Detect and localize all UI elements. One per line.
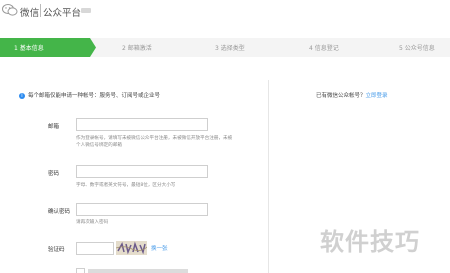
step-email-activation: 2 邮箱激活 (122, 45, 152, 52)
confirm-password-label: 确认密码 (48, 209, 71, 215)
brand-text: 微信 (20, 8, 40, 19)
vertical-divider (268, 80, 269, 273)
email-label: 邮箱 (48, 124, 60, 130)
captcha-input[interactable] (76, 242, 114, 255)
existing-account-note: 已有微信公众帐号？立即登录 (316, 91, 388, 99)
password-label: 密码 (48, 171, 60, 177)
agreement-text (88, 267, 188, 273)
step-basic-info: 1 基本信息 (14, 45, 44, 52)
step-select-type: 3 选择类型 (215, 45, 245, 52)
captcha-image[interactable] (116, 241, 147, 255)
existing-account-question: 已有微信公众帐号？ (316, 93, 366, 99)
change-captcha-link[interactable]: 换一张 (151, 244, 168, 252)
login-link[interactable]: 立即登录 (366, 93, 388, 99)
account-type-notice: i 每个邮箱仅能申请一种帐号：服务号、订阅号或企业号 (19, 91, 160, 99)
product-badge (81, 8, 91, 13)
captcha-label: 验证码 (48, 247, 65, 253)
wechat-logo-icon[interactable] (2, 3, 18, 19)
info-icon: i (19, 92, 25, 99)
confirm-password-hint: 请再次输入密码 (76, 220, 109, 225)
step-account-info: 5 公众号信息 (399, 45, 435, 52)
confirm-password-field[interactable] (76, 203, 208, 216)
password-hint: 字母、数字或者英文符号，最短8位，区分大小写 (76, 183, 176, 188)
notice-text: 每个邮箱仅能申请一种帐号：服务号、订阅号或企业号 (28, 93, 161, 99)
registration-steps: 1 基本信息 2 邮箱激活 3 选择类型 4 信息登记 5 公众号信息 (0, 38, 450, 57)
step-info-registration: 4 信息登记 (309, 45, 339, 52)
password-field[interactable] (76, 165, 208, 178)
product-title: 公众平台 (43, 8, 82, 19)
watermark-text: 软件技巧 (320, 228, 420, 256)
top-header: 微信 公众平台 (0, 0, 450, 27)
email-field[interactable] (76, 118, 208, 131)
header-divider (40, 4, 41, 17)
email-hint: 作为登录帐号，请填写未被微信公众平台注册，未被微信开放平台注册，未被个人微信号绑… (76, 136, 233, 148)
agreement-checkbox[interactable] (76, 268, 85, 273)
